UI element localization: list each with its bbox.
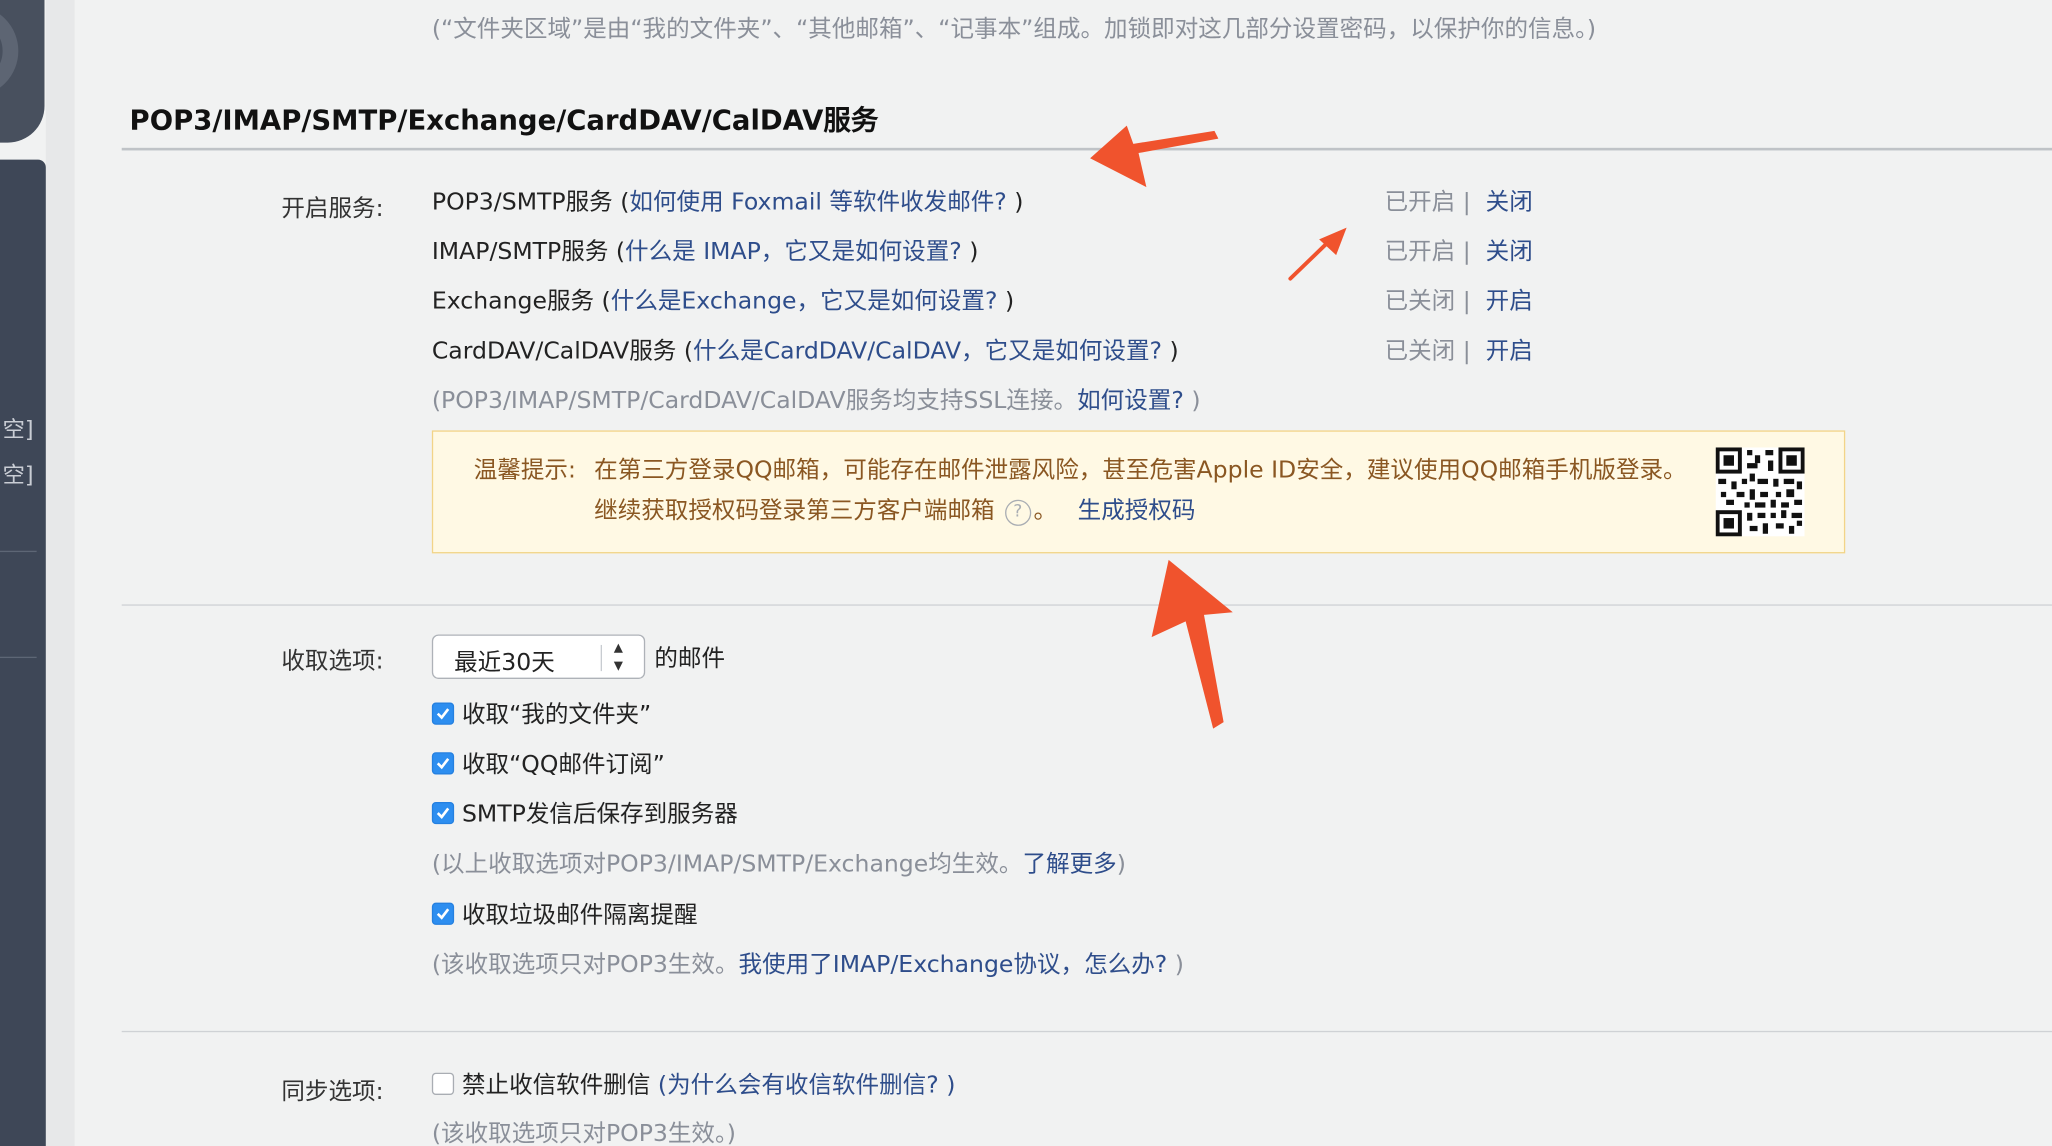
annotation-arrow-icon: [1319, 227, 1347, 256]
annotation-arrow-icon: [1151, 559, 1233, 729]
annotation-arrow-icon: [1288, 238, 1332, 281]
page: 空] 空] (“文件夹区域”是由“我的文件夹”、“其他邮箱”、“记事本”组成。加…: [0, 0, 2052, 1146]
annotation-layer: [1090, 125, 1347, 729]
annotation-arrow-icon: [1090, 125, 1219, 188]
